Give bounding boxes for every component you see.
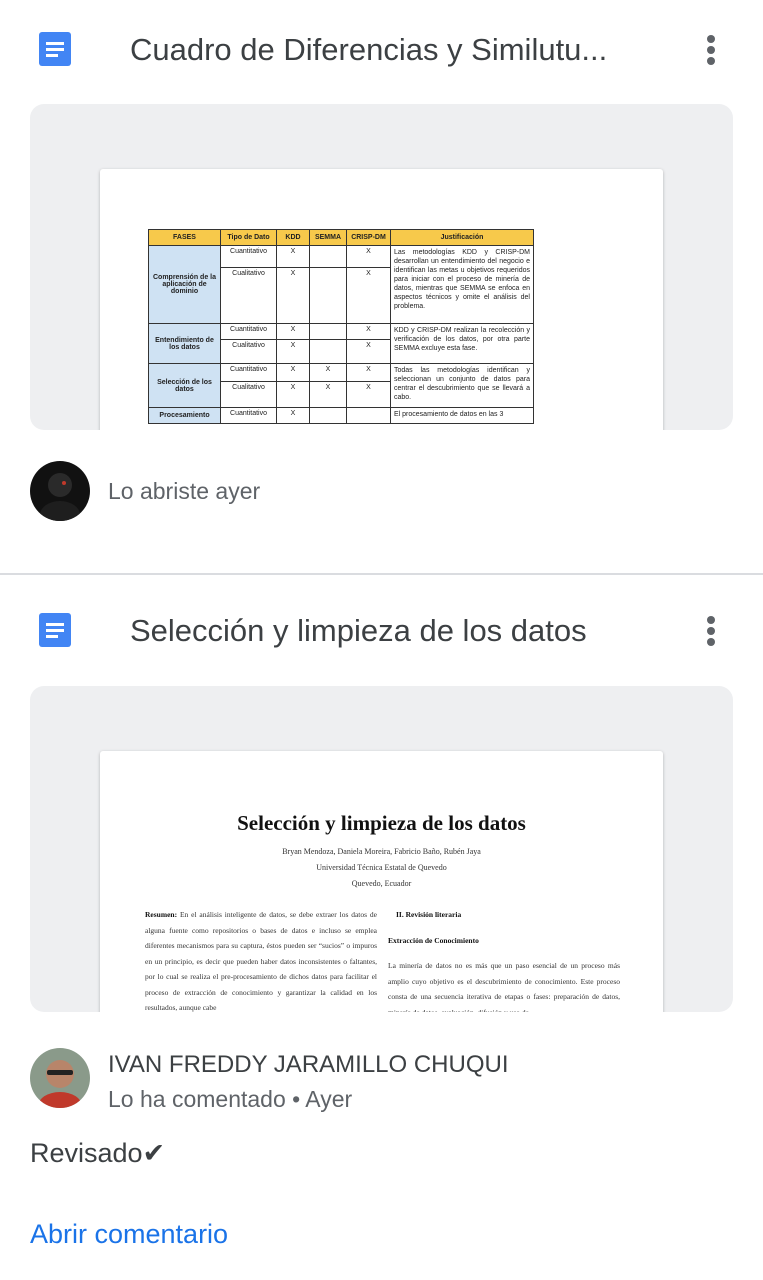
- semma-cell: [309, 245, 347, 268]
- document-preview[interactable]: FASES Tipo de Dato KDD SEMMA CRISP-DM Ju…: [30, 104, 733, 430]
- semma-cell: X: [309, 381, 347, 408]
- document-preview[interactable]: Selección y limpieza de los datos Bryan …: [30, 686, 733, 1012]
- abstract-text: En el análisis inteligente de datos, se …: [145, 910, 378, 1012]
- kdd-cell: X: [276, 381, 310, 408]
- crisp-cell: X: [346, 267, 391, 324]
- table-row: Entendimiento de los datos Cuantitativo …: [148, 323, 534, 364]
- table-header-cell: CRISP-DM: [346, 229, 391, 246]
- semma-cell: [309, 407, 347, 424]
- comment-author-name: IVAN FREDDY JARAMILLO CHUQUI: [108, 1051, 509, 1078]
- type-cell: Cualitativo: [220, 267, 277, 324]
- document-title[interactable]: Selección y limpieza de los datos: [130, 611, 660, 651]
- paper-left-column: Resumen: En el análisis inteligente de d…: [145, 907, 377, 1012]
- table-header-cell: Tipo de Dato: [220, 229, 277, 246]
- doc-header: Selección y limpieza de los datos: [0, 603, 763, 659]
- table-row: Procesamiento Cuantitativo X El procesam…: [148, 407, 534, 424]
- type-cell: Cuantitativo: [220, 245, 277, 268]
- justification-cell: El procesamiento de datos en las 3: [390, 407, 534, 424]
- kdd-cell: X: [276, 267, 310, 324]
- comparison-table: FASES Tipo de Dato KDD SEMMA CRISP-DM Ju…: [148, 229, 534, 424]
- justification-cell: KDD y CRISP-DM realizan la recolección y…: [390, 323, 534, 364]
- phase-cell: Procesamiento: [148, 407, 221, 424]
- abstract-label: Resumen:: [145, 910, 178, 919]
- phase-cell: Entendimiento de los datos: [148, 323, 221, 364]
- semma-cell: [309, 323, 347, 340]
- section-text: La minería de datos no es más que un pas…: [388, 961, 620, 1012]
- comment-author-row: IVAN FREDDY JARAMILLO CHUQUI Lo ha comen…: [30, 1048, 733, 1118]
- justification-cell: Las metodologías KDD y CRISP-DM desarrol…: [390, 245, 534, 324]
- crisp-cell: X: [346, 363, 391, 382]
- paper-right-column: II. Revisión literaria Extracción de Con…: [388, 907, 620, 1012]
- document-page-thumbnail: FASES Tipo de Dato KDD SEMMA CRISP-DM Ju…: [100, 169, 663, 430]
- type-cell: Cuantitativo: [220, 363, 277, 382]
- more-options-icon[interactable]: [694, 611, 728, 651]
- kdd-cell: X: [276, 245, 310, 268]
- document-card-1[interactable]: Cuadro de Diferencias y Similutu... FASE…: [0, 0, 763, 574]
- avatar[interactable]: [30, 461, 90, 521]
- crisp-cell: X: [346, 323, 391, 340]
- document-page-thumbnail: Selección y limpieza de los datos Bryan …: [100, 751, 663, 1012]
- open-comment-link[interactable]: Abrir comentario: [30, 1219, 228, 1250]
- type-cell: Cualitativo: [220, 381, 277, 408]
- crisp-cell: X: [346, 339, 391, 364]
- doc-header: Cuadro de Diferencias y Similutu...: [0, 22, 763, 78]
- activity-row: Lo abriste ayer: [30, 461, 733, 521]
- activity-text: Lo abriste ayer: [108, 478, 261, 504]
- table-header-cell: SEMMA: [309, 229, 347, 246]
- justification-cell: Todas las metodologías identifican y sel…: [390, 363, 534, 408]
- phase-cell: Selección de los datos: [148, 363, 221, 408]
- table-row: Selección de los datos Cuantitativo X X …: [148, 363, 534, 408]
- phase-cell: Comprensión de la aplicación de dominio: [148, 245, 221, 324]
- kdd-cell: X: [276, 363, 310, 382]
- kdd-cell: X: [276, 323, 310, 340]
- table-header-cell: Justificación: [390, 229, 534, 246]
- more-options-icon[interactable]: [694, 30, 728, 70]
- kdd-cell: X: [276, 339, 310, 364]
- activity-text: Lo ha comentado • Ayer: [108, 1086, 353, 1112]
- type-cell: Cuantitativo: [220, 323, 277, 340]
- type-cell: Cuantitativo: [220, 407, 277, 424]
- semma-cell: [309, 339, 347, 364]
- table-header-cell: FASES: [148, 229, 221, 246]
- paper-university: Universidad Técnica Estatal de Quevedo: [316, 863, 447, 872]
- table-row: Comprensión de la aplicación de dominio …: [148, 245, 534, 324]
- kdd-cell: X: [276, 407, 310, 424]
- semma-cell: [309, 267, 347, 324]
- subsection-heading: Extracción de Conocimiento: [388, 935, 479, 945]
- google-docs-icon: [39, 613, 71, 647]
- paper-title: Selección y limpieza de los datos: [237, 811, 526, 835]
- document-title[interactable]: Cuadro de Diferencias y Similutu...: [130, 30, 660, 70]
- section-heading: II. Revisión literaria: [396, 910, 462, 919]
- comment-text: Revisado✔: [30, 1138, 166, 1168]
- document-card-2[interactable]: Selección y limpieza de los datos Selecc…: [0, 575, 763, 1280]
- avatar[interactable]: [30, 1048, 90, 1108]
- crisp-cell: X: [346, 381, 391, 408]
- crisp-cell: X: [346, 245, 391, 268]
- paper-authors: Bryan Mendoza, Daniela Moreira, Fabricio…: [282, 847, 481, 856]
- google-docs-icon: [39, 32, 71, 66]
- table-header-row: FASES Tipo de Dato KDD SEMMA CRISP-DM Ju…: [148, 229, 534, 246]
- semma-cell: X: [309, 363, 347, 382]
- type-cell: Cualitativo: [220, 339, 277, 364]
- crisp-cell: [346, 407, 391, 424]
- table-header-cell: KDD: [276, 229, 310, 246]
- paper-location: Quevedo, Ecuador: [351, 879, 412, 888]
